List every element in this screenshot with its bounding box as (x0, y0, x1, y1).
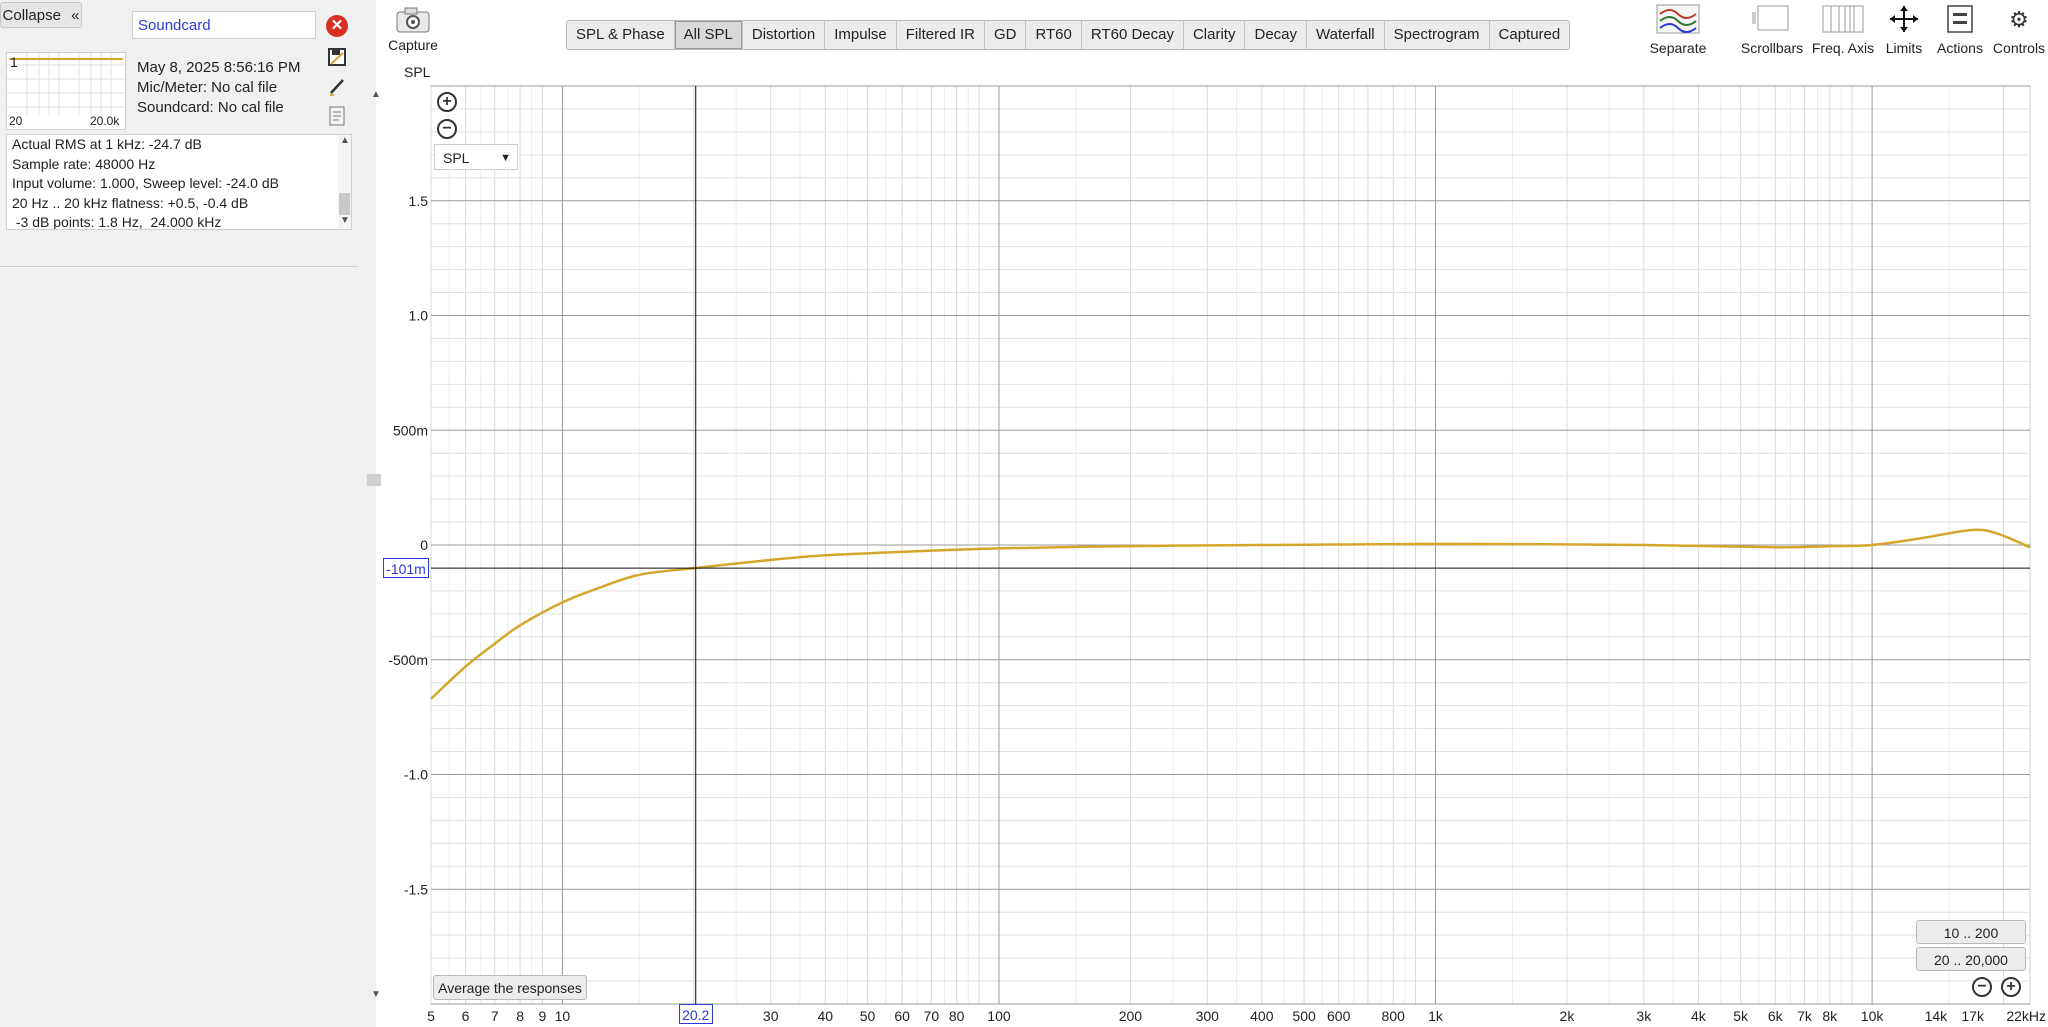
x-tick-label: 3k (1636, 1008, 1652, 1024)
x-tick-label: 40 (817, 1008, 833, 1024)
x-tick-label: 7k (1797, 1008, 1813, 1024)
x-tick-label: 8k (1822, 1008, 1838, 1024)
cursor-y-readout: -101m (383, 558, 429, 579)
y-tick-label: 1.0 (409, 308, 429, 324)
spl-plot[interactable]: 1.5 1.0 500m 0 -500m -1.0 -1.5 5 6 7 8 9 10 30 40 50 60… (0, 0, 2048, 1027)
y-tick-label: 500m (393, 422, 428, 438)
x-tick-label: 100 (987, 1008, 1011, 1024)
dropdown-arrow-icon: ▼ (500, 152, 511, 164)
x-tick-label: 30 (763, 1008, 779, 1024)
plot-type-value: SPL (443, 150, 470, 166)
x-tick-label: 5k (1733, 1008, 1749, 1024)
x-tick-label: 6 (462, 1008, 470, 1024)
y-tick-label: 1.5 (409, 193, 429, 209)
x-tick-label: 6k (1768, 1008, 1784, 1024)
x-tick-label: 300 (1196, 1008, 1220, 1024)
range-10-200-button[interactable]: 10 .. 200 (1916, 920, 2026, 944)
x-zoom-out-icon[interactable]: − (1972, 977, 1992, 997)
x-tick-label: 8 (516, 1008, 524, 1024)
x-tick-label: 400 (1250, 1008, 1274, 1024)
plot-scroll-up-icon[interactable]: ▲ (371, 89, 381, 100)
plot-type-select[interactable]: SPL ▼ (434, 144, 518, 170)
x-tick-label: 70 (924, 1008, 940, 1024)
y-tick-label: -1.5 (404, 881, 428, 897)
y-tick-label: 0 (420, 537, 428, 553)
x-tick-label: 80 (949, 1008, 965, 1024)
zoom-in-icon[interactable]: + (437, 92, 457, 112)
y-tick-label: -500m (388, 652, 428, 668)
x-tick-label: 1k (1428, 1008, 1444, 1024)
average-responses-button[interactable]: Average the responses (433, 975, 587, 1000)
x-tick-label: 9 (539, 1008, 547, 1024)
x-tick-label: 10k (1861, 1008, 1885, 1024)
x-tick-label: 500 (1292, 1008, 1316, 1024)
x-tick-label: 4k (1691, 1008, 1707, 1024)
x-tick-label: 600 (1327, 1008, 1351, 1024)
x-tick-label: 50 (860, 1008, 876, 1024)
x-zoom-in-icon[interactable]: + (2001, 977, 2021, 997)
plot-scroll-down-icon[interactable]: ▼ (371, 989, 381, 1000)
x-tick-label: 7 (491, 1008, 499, 1024)
x-tick-labels: 5 6 7 8 9 10 30 40 50 60 70 80 100 200 300 400 500 600 800… (427, 1008, 2046, 1024)
x-tick-label: 10 (555, 1008, 571, 1024)
cursor-x-readout: 20.2 (678, 1004, 713, 1024)
x-tick-label: 2k (1560, 1008, 1576, 1024)
x-tick-label: 200 (1119, 1008, 1143, 1024)
x-tick-label: 17k (1961, 1008, 1985, 1024)
range-20-20000-button[interactable]: 20 .. 20,000 (1916, 947, 2026, 971)
x-tick-label: 14k (1925, 1008, 1949, 1024)
x-tick-label: 5 (427, 1008, 435, 1024)
y-tick-label: -1.0 (404, 767, 428, 783)
x-tick-label: 22kHz (2006, 1008, 2046, 1024)
zoom-out-icon[interactable]: − (437, 119, 457, 139)
x-tick-label: 800 (1382, 1008, 1406, 1024)
y-tick-labels: 1.5 1.0 500m 0 -500m -1.0 -1.5 (388, 193, 428, 898)
x-tick-label: 60 (894, 1008, 910, 1024)
